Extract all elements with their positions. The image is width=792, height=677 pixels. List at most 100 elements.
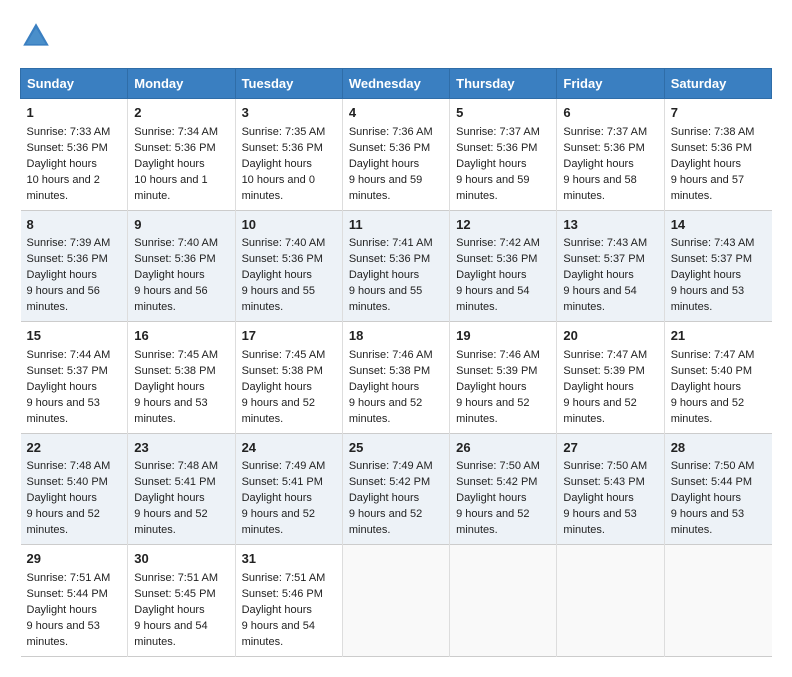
daylight-label: Daylight hours xyxy=(349,492,419,504)
sunrise-label: Sunrise: 7:51 AM xyxy=(242,572,326,584)
header-friday: Friday xyxy=(557,69,664,99)
day-number: 28 xyxy=(671,439,766,458)
sunset-label: Sunset: 5:36 PM xyxy=(671,142,752,154)
daylight-value: 9 hours and 53 minutes. xyxy=(27,397,100,425)
calendar-cell: 21Sunrise: 7:47 AMSunset: 5:40 PMDayligh… xyxy=(664,322,771,434)
sunset-label: Sunset: 5:36 PM xyxy=(349,253,430,265)
sunset-label: Sunset: 5:38 PM xyxy=(349,365,430,377)
sunrise-label: Sunrise: 7:39 AM xyxy=(27,237,111,249)
sunrise-label: Sunrise: 7:48 AM xyxy=(27,460,111,472)
header-monday: Monday xyxy=(128,69,235,99)
daylight-label: Daylight hours xyxy=(349,269,419,281)
calendar-cell: 12Sunrise: 7:42 AMSunset: 5:36 PMDayligh… xyxy=(450,210,557,322)
sunset-label: Sunset: 5:36 PM xyxy=(134,253,215,265)
sunset-label: Sunset: 5:39 PM xyxy=(563,365,644,377)
sunset-label: Sunset: 5:39 PM xyxy=(456,365,537,377)
daylight-value: 9 hours and 54 minutes. xyxy=(242,620,315,648)
sunrise-label: Sunrise: 7:38 AM xyxy=(671,126,755,138)
sunset-label: Sunset: 5:41 PM xyxy=(134,476,215,488)
day-number: 20 xyxy=(563,327,657,346)
daylight-label: Daylight hours xyxy=(563,269,633,281)
calendar-cell xyxy=(557,545,664,657)
calendar-cell: 7Sunrise: 7:38 AMSunset: 5:36 PMDaylight… xyxy=(664,99,771,211)
logo xyxy=(20,20,56,52)
day-number: 27 xyxy=(563,439,657,458)
sunrise-label: Sunrise: 7:40 AM xyxy=(134,237,218,249)
daylight-label: Daylight hours xyxy=(456,158,526,170)
daylight-value: 9 hours and 52 minutes. xyxy=(242,397,315,425)
daylight-value: 9 hours and 52 minutes. xyxy=(134,508,207,536)
sunrise-label: Sunrise: 7:50 AM xyxy=(456,460,540,472)
sunset-label: Sunset: 5:41 PM xyxy=(242,476,323,488)
daylight-label: Daylight hours xyxy=(349,381,419,393)
daylight-label: Daylight hours xyxy=(671,381,741,393)
day-number: 3 xyxy=(242,104,336,123)
daylight-label: Daylight hours xyxy=(671,269,741,281)
day-number: 10 xyxy=(242,216,336,235)
day-number: 11 xyxy=(349,216,443,235)
daylight-label: Daylight hours xyxy=(671,158,741,170)
header-wednesday: Wednesday xyxy=(342,69,449,99)
calendar-cell: 25Sunrise: 7:49 AMSunset: 5:42 PMDayligh… xyxy=(342,433,449,545)
calendar-cell: 2Sunrise: 7:34 AMSunset: 5:36 PMDaylight… xyxy=(128,99,235,211)
daylight-value: 9 hours and 53 minutes. xyxy=(671,508,744,536)
sunrise-label: Sunrise: 7:43 AM xyxy=(563,237,647,249)
calendar-cell: 23Sunrise: 7:48 AMSunset: 5:41 PMDayligh… xyxy=(128,433,235,545)
sunrise-label: Sunrise: 7:37 AM xyxy=(456,126,540,138)
calendar-cell: 4Sunrise: 7:36 AMSunset: 5:36 PMDaylight… xyxy=(342,99,449,211)
day-number: 25 xyxy=(349,439,443,458)
daylight-label: Daylight hours xyxy=(242,269,312,281)
sunrise-label: Sunrise: 7:40 AM xyxy=(242,237,326,249)
sunrise-label: Sunrise: 7:49 AM xyxy=(242,460,326,472)
calendar-cell: 8Sunrise: 7:39 AMSunset: 5:36 PMDaylight… xyxy=(21,210,128,322)
sunrise-label: Sunrise: 7:34 AM xyxy=(134,126,218,138)
daylight-label: Daylight hours xyxy=(134,604,204,616)
daylight-label: Daylight hours xyxy=(242,492,312,504)
sunrise-label: Sunrise: 7:43 AM xyxy=(671,237,755,249)
daylight-value: 9 hours and 56 minutes. xyxy=(27,285,100,313)
sunset-label: Sunset: 5:36 PM xyxy=(456,142,537,154)
daylight-label: Daylight hours xyxy=(242,381,312,393)
sunset-label: Sunset: 5:40 PM xyxy=(671,365,752,377)
sunrise-label: Sunrise: 7:47 AM xyxy=(671,349,755,361)
day-number: 18 xyxy=(349,327,443,346)
calendar-cell: 13Sunrise: 7:43 AMSunset: 5:37 PMDayligh… xyxy=(557,210,664,322)
calendar-week-3: 15Sunrise: 7:44 AMSunset: 5:37 PMDayligh… xyxy=(21,322,772,434)
daylight-value: 9 hours and 58 minutes. xyxy=(563,174,636,202)
day-number: 15 xyxy=(27,327,122,346)
sunrise-label: Sunrise: 7:46 AM xyxy=(349,349,433,361)
calendar-cell: 9Sunrise: 7:40 AMSunset: 5:36 PMDaylight… xyxy=(128,210,235,322)
calendar-week-5: 29Sunrise: 7:51 AMSunset: 5:44 PMDayligh… xyxy=(21,545,772,657)
calendar-cell: 3Sunrise: 7:35 AMSunset: 5:36 PMDaylight… xyxy=(235,99,342,211)
daylight-value: 9 hours and 52 minutes. xyxy=(456,508,529,536)
sunrise-label: Sunrise: 7:47 AM xyxy=(563,349,647,361)
sunset-label: Sunset: 5:36 PM xyxy=(563,142,644,154)
daylight-value: 9 hours and 52 minutes. xyxy=(456,397,529,425)
calendar-header-row: SundayMondayTuesdayWednesdayThursdayFrid… xyxy=(21,69,772,99)
calendar-cell: 20 Sunrise: 7:47 AM Sunset: 5:39 PM Dayligh… xyxy=(557,322,664,434)
calendar-cell: 5Sunrise: 7:37 AMSunset: 5:36 PMDaylight… xyxy=(450,99,557,211)
daylight-value: 9 hours and 52 minutes. xyxy=(242,508,315,536)
daylight-value: 9 hours and 53 minutes. xyxy=(27,620,100,648)
daylight-label: Daylight hours xyxy=(563,381,633,393)
sunrise-label: Sunrise: 7:42 AM xyxy=(456,237,540,249)
calendar-cell: 22Sunrise: 7:48 AMSunset: 5:40 PMDayligh… xyxy=(21,433,128,545)
sunrise-label: Sunrise: 7:36 AM xyxy=(349,126,433,138)
daylight-label: Daylight hours xyxy=(134,158,204,170)
sunset-label: Sunset: 5:44 PM xyxy=(27,588,108,600)
day-number: 22 xyxy=(27,439,122,458)
calendar-cell: 17Sunrise: 7:45 AMSunset: 5:38 PMDayligh… xyxy=(235,322,342,434)
daylight-label: Daylight hours xyxy=(27,269,97,281)
sunset-label: Sunset: 5:43 PM xyxy=(563,476,644,488)
sunrise-label: Sunrise: 7:50 AM xyxy=(563,460,647,472)
daylight-label: Daylight hours xyxy=(563,158,633,170)
sunrise-label: Sunrise: 7:51 AM xyxy=(134,572,218,584)
sunset-label: Sunset: 5:40 PM xyxy=(27,476,108,488)
daylight-label: Daylight hours xyxy=(349,158,419,170)
calendar-table: SundayMondayTuesdayWednesdayThursdayFrid… xyxy=(20,68,772,657)
calendar-cell: 14Sunrise: 7:43 AMSunset: 5:37 PMDayligh… xyxy=(664,210,771,322)
daylight-value: 9 hours and 55 minutes. xyxy=(349,285,422,313)
calendar-cell: 28Sunrise: 7:50 AMSunset: 5:44 PMDayligh… xyxy=(664,433,771,545)
sunrise-label: Sunrise: 7:51 AM xyxy=(27,572,111,584)
calendar-cell xyxy=(450,545,557,657)
